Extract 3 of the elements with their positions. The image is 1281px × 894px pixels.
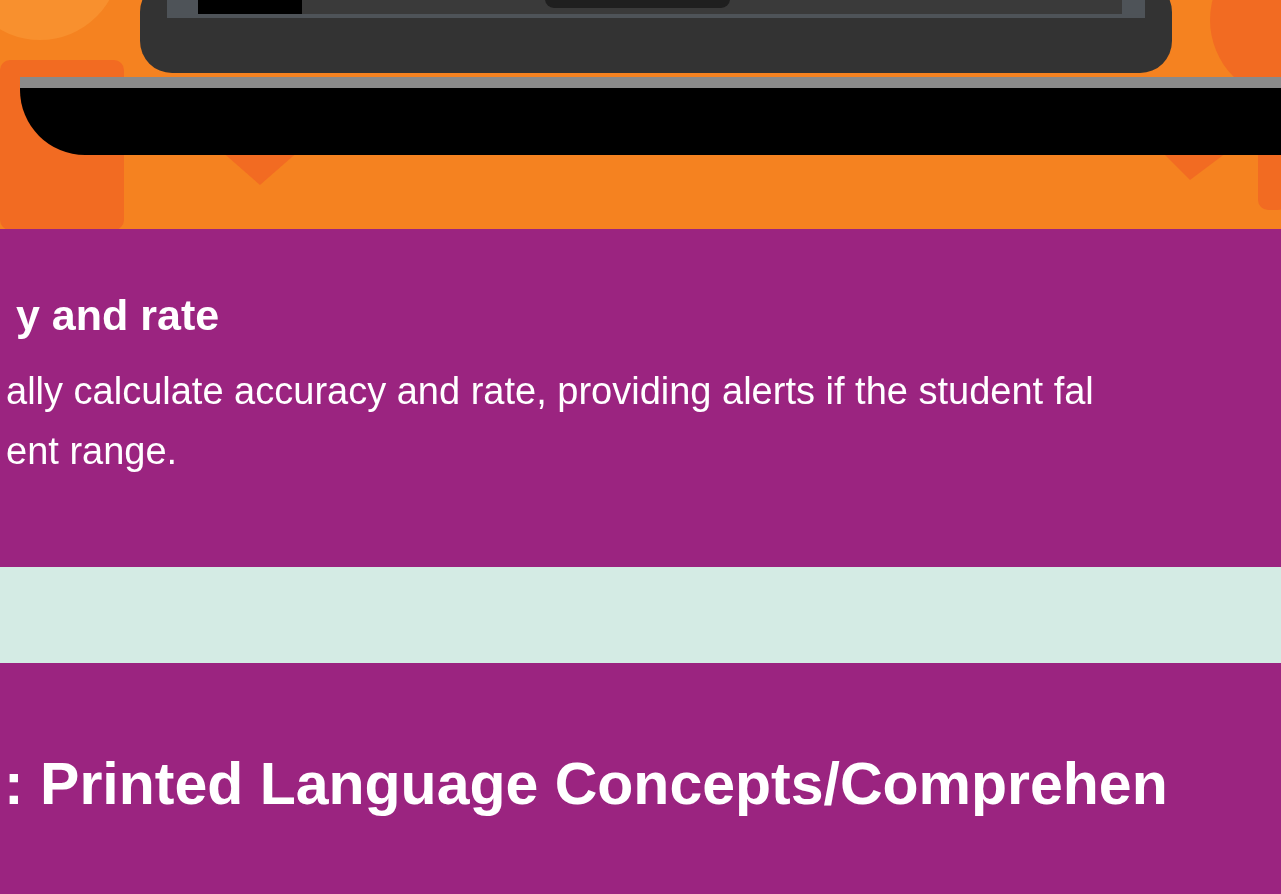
section-heading: : Printed Language Concepts/Comprehen	[4, 750, 1169, 819]
feature-heading: y and rate	[16, 291, 221, 339]
feature-description: ally calculate accuracy and rate, providing alerts if the student fal ent range.	[6, 369, 1095, 474]
